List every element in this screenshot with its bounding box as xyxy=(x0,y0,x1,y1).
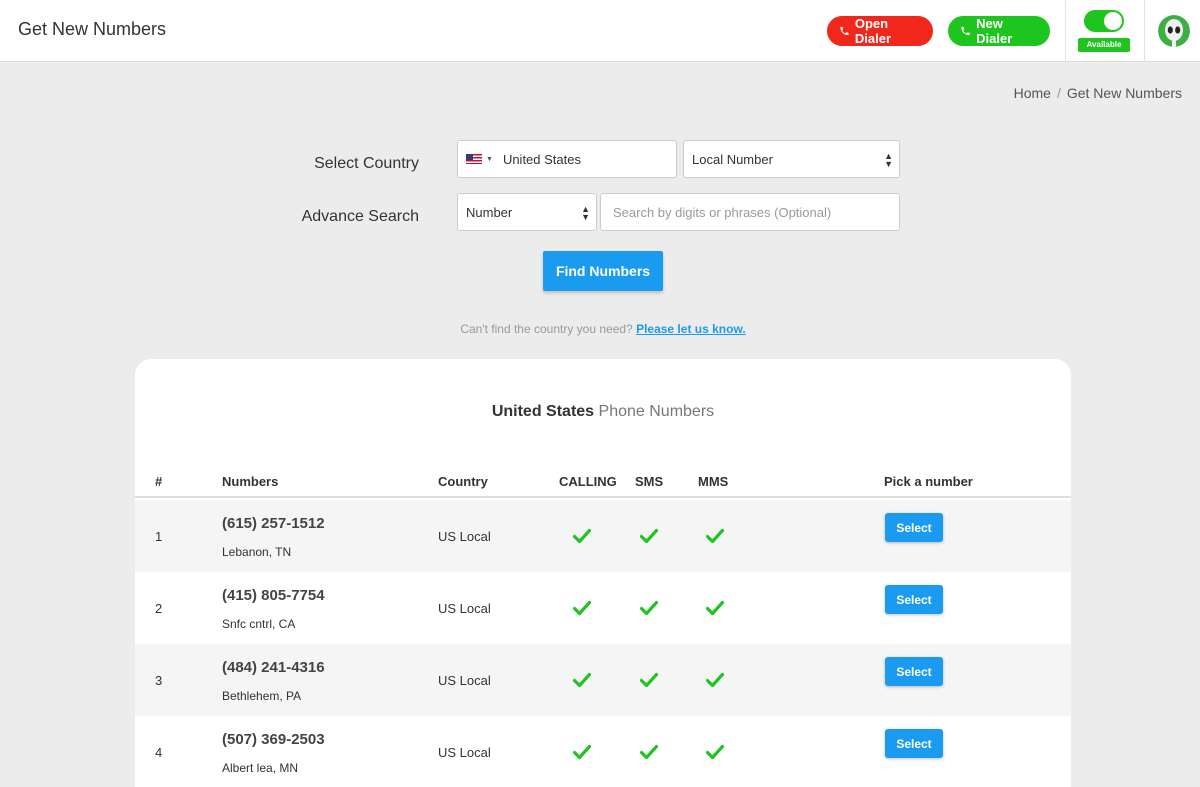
phone-number: (484) 241-4316 xyxy=(222,659,325,676)
country-hint: Can't find the country you need? Please … xyxy=(0,322,1200,336)
find-numbers-button[interactable]: Find Numbers xyxy=(543,251,663,291)
table-row: 2 (415) 805-7754 Snfc cntrl, CA US Local… xyxy=(135,572,1071,644)
hint-text: Can't find the country you need? xyxy=(460,322,633,336)
breadcrumb: Home / Get New Numbers xyxy=(1014,85,1182,101)
search-input[interactable]: Search by digits or phrases (Optional) xyxy=(600,193,900,231)
number-country: US Local xyxy=(438,673,491,688)
select-country-label: Select Country xyxy=(314,155,419,172)
column-header-sms: SMS xyxy=(635,474,664,489)
sms-check-icon xyxy=(639,528,659,544)
let-us-know-link[interactable]: Please let us know. xyxy=(636,322,746,336)
new-dialer-label: New Dialer xyxy=(976,16,1013,46)
caret-down-icon: ▼ xyxy=(486,155,493,163)
breadcrumb-current: Get New Numbers xyxy=(1066,85,1182,101)
phone-number: (507) 369-2503 xyxy=(222,731,325,748)
number-type-value: Local Number xyxy=(692,151,773,167)
sms-check-icon xyxy=(639,744,659,760)
number-location: Albert lea, MN xyxy=(222,761,299,775)
search-type-value: Number xyxy=(466,204,513,220)
column-header-pick: Pick a number xyxy=(884,474,973,489)
phone-icon xyxy=(961,26,970,36)
new-dialer-button[interactable]: New Dialer xyxy=(948,16,1050,46)
mms-check-icon xyxy=(705,528,725,544)
row-index: 1 xyxy=(155,529,163,544)
table-row: 4 (507) 369-2503 Albert lea, MN US Local… xyxy=(135,716,1071,787)
avatar[interactable] xyxy=(1158,15,1190,47)
mms-check-icon xyxy=(705,672,725,688)
row-index: 3 xyxy=(155,673,163,688)
sms-check-icon xyxy=(639,600,659,616)
phone-number: (615) 257-1512 xyxy=(222,515,325,532)
results-title: United States Phone Numbers xyxy=(135,403,1071,421)
calling-check-icon xyxy=(572,600,592,616)
column-header-mms: MMS xyxy=(698,474,729,489)
user-avatar-icon xyxy=(1158,15,1190,47)
divider xyxy=(1065,0,1066,62)
select-number-button[interactable]: Select xyxy=(885,657,943,686)
divider xyxy=(1144,0,1145,62)
calling-check-icon xyxy=(572,744,592,760)
number-country: US Local xyxy=(438,745,491,760)
select-arrows-icon: ▲ ▼ xyxy=(884,151,893,169)
number-type-select[interactable]: Local Number ▲ ▼ xyxy=(683,140,900,178)
us-flag-icon xyxy=(466,154,482,164)
breadcrumb-home[interactable]: Home xyxy=(1014,85,1051,101)
mms-check-icon xyxy=(705,600,725,616)
row-index: 2 xyxy=(155,601,163,616)
select-number-button[interactable]: Select xyxy=(885,729,943,758)
advance-search-label: Advance Search xyxy=(301,208,419,225)
country-select[interactable]: ▼ United States xyxy=(457,140,677,178)
page-title: Get New Numbers xyxy=(18,19,167,39)
breadcrumb-separator: / xyxy=(1056,85,1061,101)
select-arrows-icon: ▲ ▼ xyxy=(581,204,590,222)
results-country: United States xyxy=(491,403,595,420)
calling-check-icon xyxy=(572,672,592,688)
table-header: # Numbers Country CALLING SMS MMS Pick a… xyxy=(135,463,1071,498)
search-type-select[interactable]: Number ▲ ▼ xyxy=(457,193,597,231)
sms-check-icon xyxy=(639,672,659,688)
number-country: US Local xyxy=(438,601,491,616)
column-header-index: # xyxy=(155,474,163,489)
phone-icon xyxy=(840,26,849,36)
column-header-country: Country xyxy=(438,474,488,489)
top-bar: Get New Numbers Open Dialer New Dialer A… xyxy=(0,0,1200,62)
mms-check-icon xyxy=(705,744,725,760)
number-location: Lebanon, TN xyxy=(222,545,292,559)
phone-number: (415) 805-7754 xyxy=(222,587,325,604)
availability-toggle[interactable] xyxy=(1084,10,1124,32)
calling-check-icon xyxy=(572,528,592,544)
number-location: Bethlehem, PA xyxy=(222,689,302,703)
results-subtitle: Phone Numbers xyxy=(598,403,715,420)
open-dialer-label: Open Dialer xyxy=(854,16,892,46)
row-index: 4 xyxy=(155,745,163,760)
number-location: Snfc cntrl, CA xyxy=(222,617,296,631)
select-number-button[interactable]: Select xyxy=(885,513,943,542)
table-row: 1 (615) 257-1512 Lebanon, TN US Local Se… xyxy=(135,500,1071,572)
open-dialer-button[interactable]: Open Dialer xyxy=(827,16,933,46)
table-row: 3 (484) 241-4316 Bethlehem, PA US Local … xyxy=(135,644,1071,716)
column-header-numbers: Numbers xyxy=(222,474,279,489)
number-country: US Local xyxy=(438,529,491,544)
search-placeholder: Search by digits or phrases (Optional) xyxy=(613,204,832,220)
results-card: United States Phone Numbers # Numbers Co… xyxy=(135,359,1071,787)
toggle-knob xyxy=(1104,12,1122,30)
country-value: United States xyxy=(502,151,581,167)
status-badge: Available xyxy=(1078,38,1130,52)
select-number-button[interactable]: Select xyxy=(885,585,943,614)
column-header-calling: CALLING xyxy=(559,474,617,489)
